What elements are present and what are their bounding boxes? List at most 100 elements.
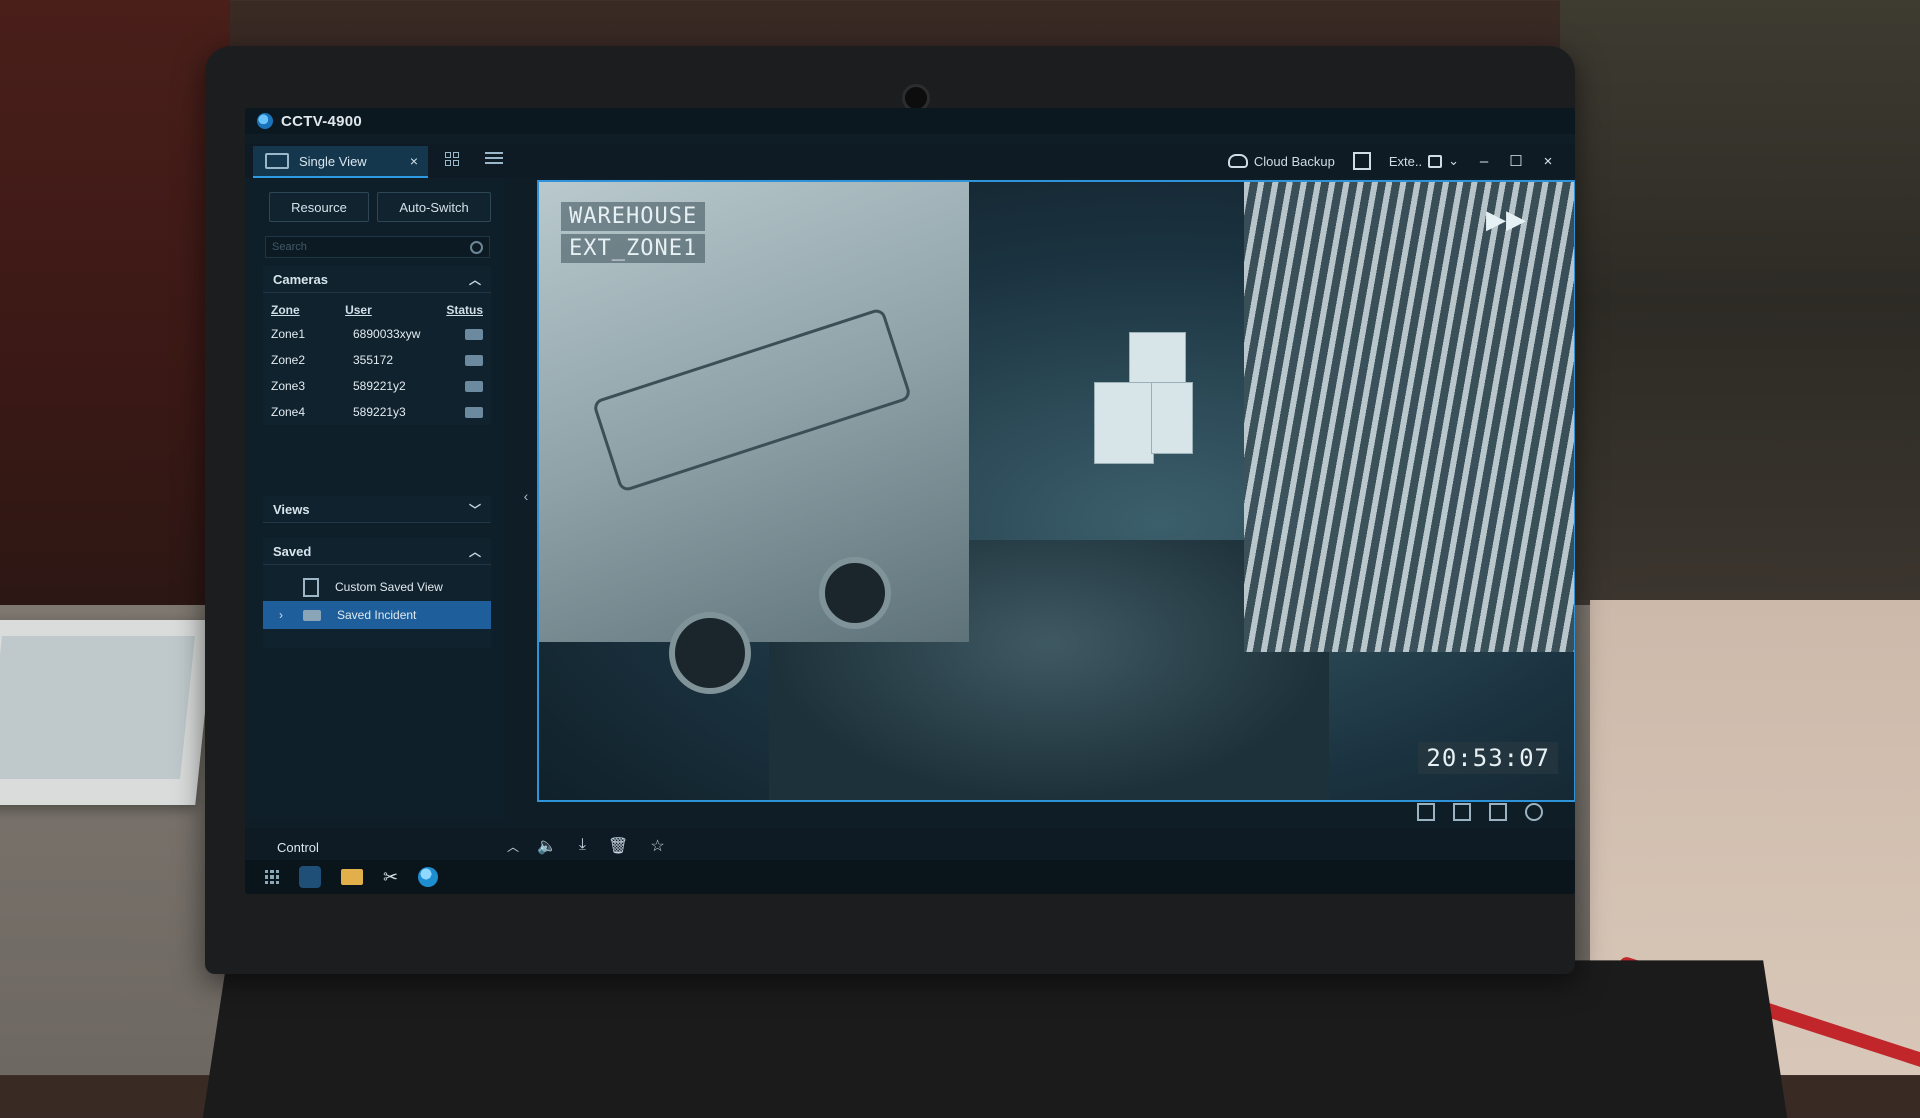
chevron-down-icon: ﹀ — [468, 502, 481, 517]
speaker-icon[interactable]: 🔈 — [537, 836, 557, 856]
camera-user: 589221y3 — [353, 405, 406, 419]
camera-row[interactable]: Zone4 589221y3 — [263, 399, 491, 425]
col-status[interactable]: Status — [446, 303, 483, 317]
control-bar: Control ︿ 🔈 ⤓ 🗑 ☆ — [245, 828, 1575, 864]
col-zone[interactable]: Zone — [271, 303, 345, 317]
col-user[interactable]: User — [345, 303, 446, 317]
timestamp: 20:53:07 — [1418, 742, 1558, 774]
ext-dropdown[interactable]: Exte.. ⌄ — [1389, 153, 1459, 169]
grid-icon[interactable] — [445, 152, 459, 166]
search-placeholder: Search — [272, 241, 307, 253]
background-wall-right — [1560, 0, 1920, 600]
camera-row[interactable]: Zone1 6890033xyw — [263, 321, 491, 347]
tab-close-button[interactable]: × — [410, 153, 418, 169]
camera-user: 589221y2 — [353, 379, 406, 393]
cloud-backup-button[interactable]: Cloud Backup — [1227, 153, 1335, 169]
camera-icon — [303, 609, 321, 621]
paper-left — [0, 620, 215, 805]
title-bar: CCTV-4900 — [245, 108, 1575, 134]
camera-zone: Zone4 — [271, 405, 306, 419]
layout-icon[interactable] — [1417, 803, 1435, 821]
globe-icon[interactable] — [418, 867, 439, 887]
wheel — [669, 612, 751, 694]
saved-item-label: Saved Incident — [337, 608, 417, 622]
saved-item-custom-view[interactable]: Custom Saved View — [263, 573, 491, 601]
tools-icon[interactable]: ✂ — [383, 867, 398, 888]
cameras-title: Cameras — [273, 271, 328, 287]
star-icon[interactable]: ☆ — [650, 836, 664, 856]
video-toolbar — [1417, 803, 1543, 821]
app-title: CCTV-4900 — [281, 112, 363, 130]
wheel — [819, 557, 891, 629]
search-input[interactable]: Search — [265, 236, 490, 258]
fence — [1244, 182, 1574, 652]
saved-title: Saved — [273, 543, 312, 559]
collapse-panel-button[interactable]: ‹ — [519, 481, 533, 511]
status-icon — [465, 406, 483, 418]
views-header[interactable]: Views ﹀ — [263, 496, 491, 523]
download-icon[interactable]: ⤓ — [579, 836, 586, 856]
document-icon — [303, 577, 319, 597]
background-wall-left — [0, 0, 230, 640]
maximize-button[interactable]: ☐ — [1509, 152, 1523, 170]
camera-zone: Zone1 — [271, 327, 306, 341]
laptop-keyboard — [202, 960, 1788, 1118]
saved-header[interactable]: Saved ︿ — [263, 538, 491, 565]
cctv-app-icon[interactable] — [299, 866, 321, 888]
box — [1151, 382, 1193, 454]
camera-row[interactable]: Zone2 355172 — [263, 347, 491, 373]
cameras-header[interactable]: Cameras ︿ — [263, 266, 491, 293]
resource-button[interactable]: Resource — [269, 192, 369, 222]
trash-icon[interactable]: 🗑 — [608, 836, 628, 856]
start-grid-icon[interactable] — [265, 870, 279, 884]
fullscreen-icon[interactable] — [1489, 803, 1507, 821]
status-icon — [465, 354, 483, 366]
chevron-down-icon: ⌄ — [1448, 153, 1459, 168]
app-logo-icon — [257, 113, 273, 129]
auto-switch-button[interactable]: Auto-Switch — [377, 192, 491, 222]
saved-section: Saved ︿ Custom Saved View › Saved Incide… — [263, 538, 491, 648]
search-icon[interactable] — [470, 241, 483, 254]
settings-icon[interactable] — [1525, 803, 1543, 821]
status-icon — [465, 328, 483, 340]
left-panel: Resource Auto-Switch Search Cameras ︿ Zo… — [245, 178, 505, 818]
cloud-icon — [1227, 154, 1248, 168]
close-button[interactable]: × — [1541, 153, 1555, 170]
osd-location: WAREHOUSE — [561, 202, 706, 231]
box — [1129, 332, 1186, 389]
camera-zone: Zone3 — [271, 379, 306, 393]
minimize-button[interactable]: – — [1477, 153, 1491, 170]
chevron-up-icon: ︿ — [468, 272, 481, 287]
camera-icon — [265, 153, 289, 169]
camera-feed[interactable]: WAREHOUSE EXT_ZONE1 ▶▶ 20:53:07 — [537, 180, 1575, 802]
ext-label: Exte.. — [1388, 153, 1423, 169]
camera-zone: Zone2 — [271, 353, 306, 367]
control-icons: 🔈 ⤓ 🗑 ☆ — [537, 836, 665, 856]
camera-user: 355172 — [353, 353, 394, 367]
truck-logo — [591, 307, 913, 493]
chevron-right-icon[interactable]: › — [279, 608, 283, 622]
saved-item-incident[interactable]: › Saved Incident — [263, 601, 491, 629]
tab-single-view-label: Single View — [299, 153, 367, 169]
camera-row[interactable]: Zone3 589221y2 — [263, 373, 491, 399]
fast-forward-icon[interactable]: ▶▶ — [1486, 204, 1526, 235]
control-label: Control — [277, 840, 319, 855]
lock-icon — [1428, 154, 1443, 168]
folder-icon[interactable] — [341, 869, 363, 885]
tab-single-view[interactable]: Single View × — [253, 146, 428, 178]
list-icon[interactable] — [485, 152, 503, 166]
chevron-up-icon[interactable]: ︿ — [507, 838, 519, 855]
cloud-backup-label: Cloud Backup — [1253, 153, 1335, 169]
osd-zone: EXT_ZONE1 — [561, 234, 706, 263]
views-section: Views ﹀ — [263, 496, 491, 523]
status-icon — [465, 380, 483, 392]
export-icon[interactable] — [1352, 152, 1371, 170]
cameras-section: Cameras ︿ Zone User Status Zone1 6890033… — [263, 266, 491, 425]
views-title: Views — [273, 501, 310, 517]
cameras-columns: Zone User Status — [263, 293, 491, 321]
app-window: CCTV-4900 Single View × Cloud Backup Ext… — [245, 108, 1575, 894]
box — [1094, 382, 1154, 464]
saved-item-label: Custom Saved View — [335, 580, 443, 594]
chevron-up-icon: ︿ — [468, 544, 481, 559]
copy-icon[interactable] — [1453, 803, 1471, 821]
